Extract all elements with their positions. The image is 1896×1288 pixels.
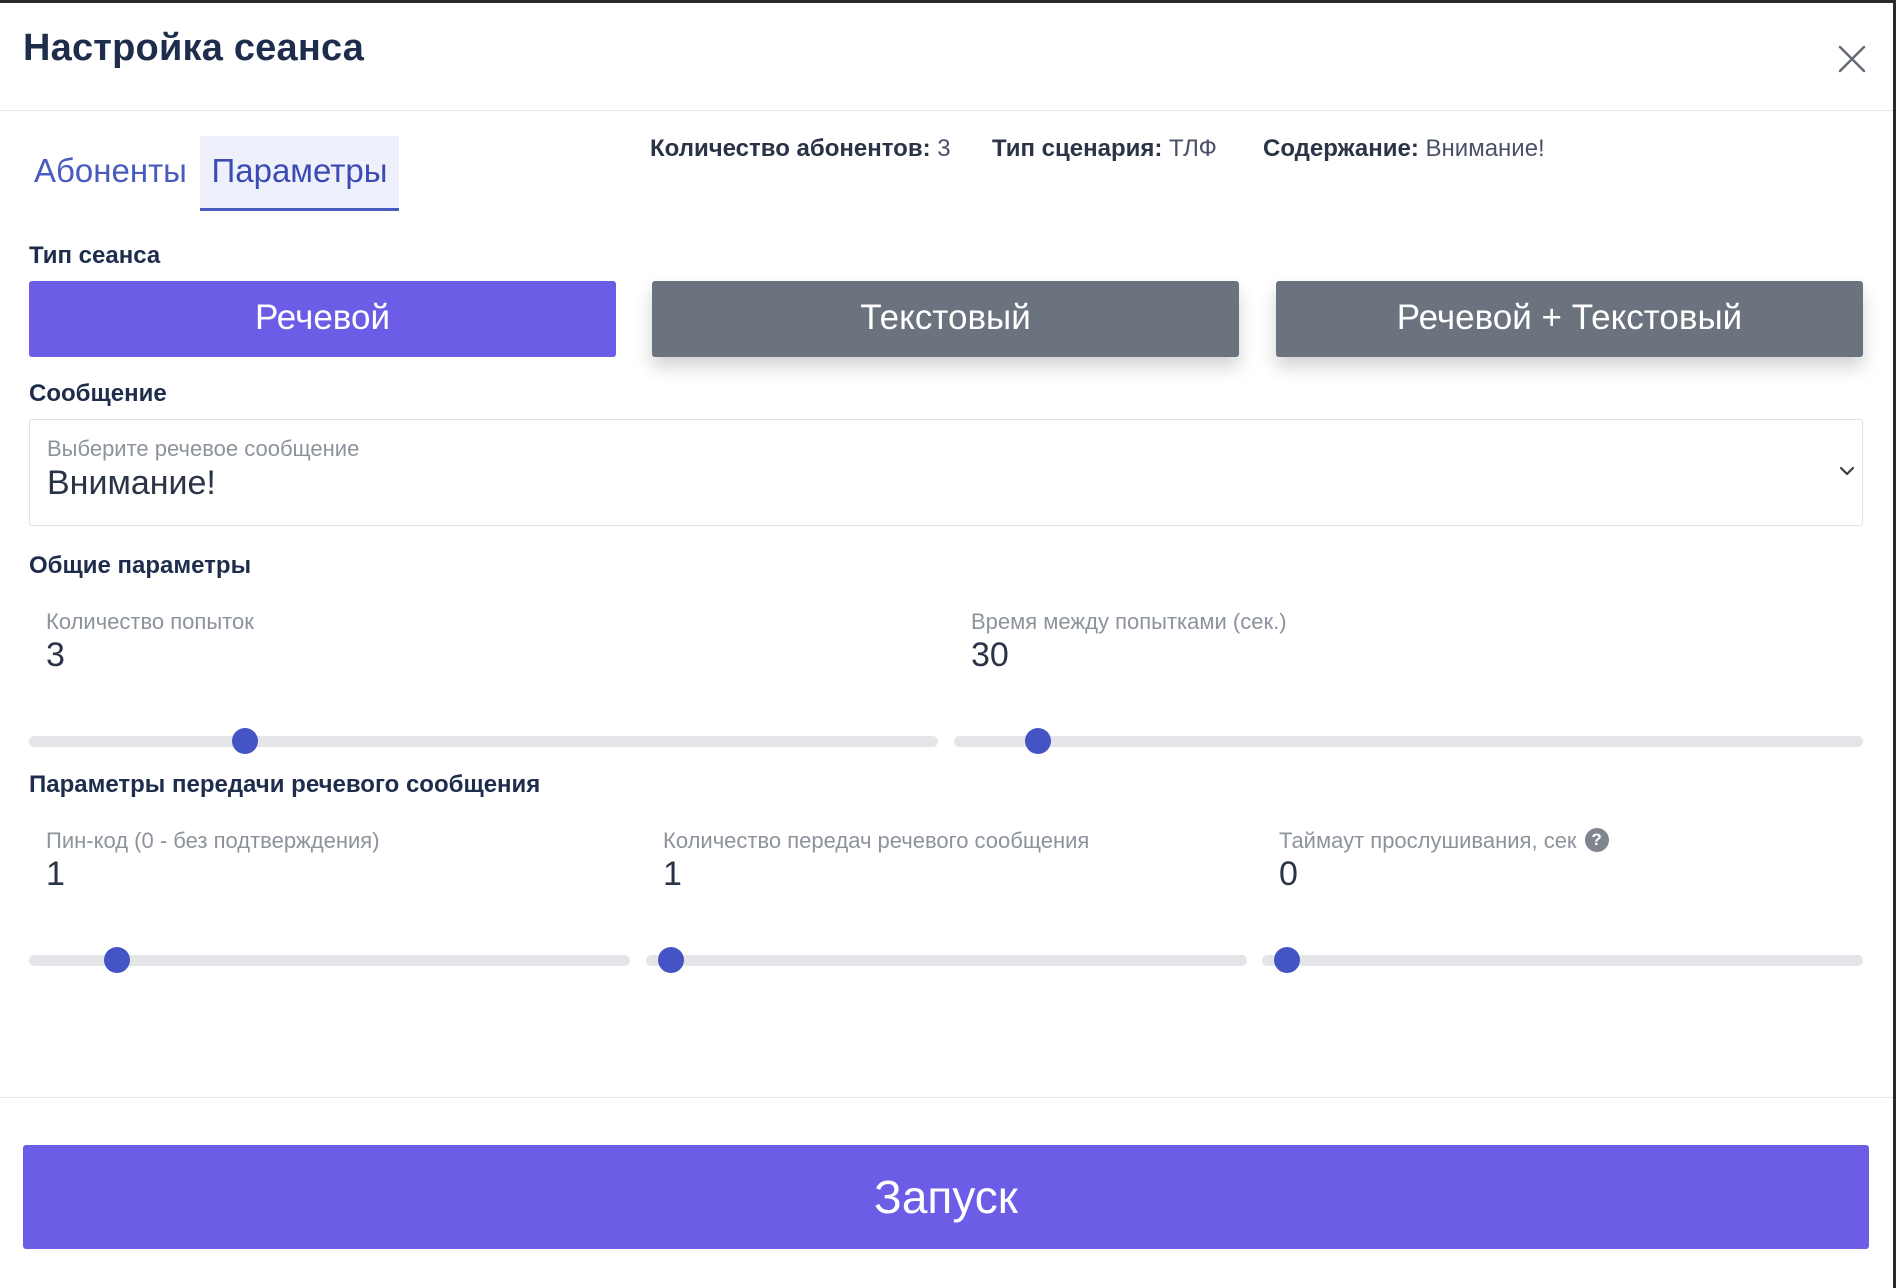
- launch-button[interactable]: Запуск: [23, 1145, 1869, 1249]
- scenario-type-label: Тип сценария:: [992, 135, 1163, 162]
- session-settings-modal: Настройка сеанса Абоненты Параметры Коли…: [0, 0, 1896, 1288]
- message-select-placeholder: Выберите речевое сообщение: [47, 436, 360, 461]
- scenario-type-value: ТЛФ: [1169, 135, 1217, 162]
- timeout-label: Таймаут прослушивания, сек: [1279, 828, 1577, 853]
- interval-slider-track: [954, 736, 1863, 747]
- timeout-slider-thumb[interactable]: [1273, 947, 1300, 973]
- attempts-value: 3: [46, 636, 65, 674]
- pin-code-value: 1: [46, 855, 65, 893]
- session-type-label: Тип сеанса: [29, 242, 161, 269]
- message-select-value: Внимание!: [47, 464, 216, 502]
- attempts-slider[interactable]: [29, 728, 938, 754]
- repeats-value: 1: [663, 855, 682, 893]
- repeats-label: Количество передач речевого сообщения: [663, 828, 1090, 853]
- content-info: Содержание: Внимание!: [1263, 135, 1545, 163]
- timeout-label-row: Таймаут прослушивания, сек?: [1279, 828, 1609, 854]
- close-icon: [1838, 45, 1866, 73]
- subscribers-count-value: 3: [937, 135, 951, 162]
- timeout-value: 0: [1279, 855, 1298, 893]
- attempts-slider-track: [29, 736, 938, 747]
- tab-subscribers[interactable]: Абоненты: [22, 136, 199, 211]
- message-label: Сообщение: [29, 380, 167, 407]
- modal-title: Настройка сеанса: [23, 27, 365, 69]
- repeats-slider-thumb[interactable]: [657, 947, 684, 973]
- interval-label: Время между попытками (сек.): [971, 609, 1287, 634]
- attempts-label: Количество попыток: [46, 609, 254, 634]
- pin-code-slider-thumb[interactable]: [103, 947, 130, 973]
- repeats-slider[interactable]: [646, 947, 1247, 973]
- help-circle-icon[interactable]: ?: [1584, 828, 1609, 853]
- session-type-voice-button[interactable]: Речевой: [29, 281, 616, 357]
- tab-parameters[interactable]: Параметры: [200, 136, 399, 211]
- timeout-slider-track: [1262, 955, 1863, 966]
- message-select[interactable]: Выберите речевое сообщение Внимание!: [29, 419, 1863, 526]
- general-params-label: Общие параметры: [29, 552, 252, 579]
- repeats-slider-track: [646, 955, 1247, 966]
- chevron-down-icon: [1838, 464, 1856, 478]
- voice-params-label: Параметры передачи речевого сообщения: [29, 771, 541, 798]
- close-button[interactable]: [1836, 43, 1868, 75]
- timeout-slider[interactable]: [1262, 947, 1863, 973]
- interval-value: 30: [971, 636, 1009, 674]
- modal-header: Настройка сеанса: [0, 3, 1893, 111]
- session-type-text-button[interactable]: Текстовый: [652, 281, 1239, 357]
- interval-slider[interactable]: [954, 728, 1863, 754]
- pin-code-slider[interactable]: [29, 947, 630, 973]
- session-type-voice-text-button[interactable]: Речевой + Текстовый: [1276, 281, 1863, 357]
- scenario-type-info: Тип сценария: ТЛФ: [992, 135, 1217, 163]
- interval-slider-thumb[interactable]: [1024, 728, 1051, 754]
- attempts-slider-thumb[interactable]: [232, 728, 259, 754]
- content-value: Внимание!: [1425, 135, 1545, 162]
- content-label: Содержание:: [1263, 135, 1419, 162]
- footer-divider: [0, 1097, 1893, 1098]
- subscribers-count-label: Количество абонентов:: [650, 135, 931, 162]
- pin-code-label: Пин-код (0 - без подтверждения): [46, 828, 380, 853]
- subscribers-count-info: Количество абонентов: 3: [650, 135, 951, 163]
